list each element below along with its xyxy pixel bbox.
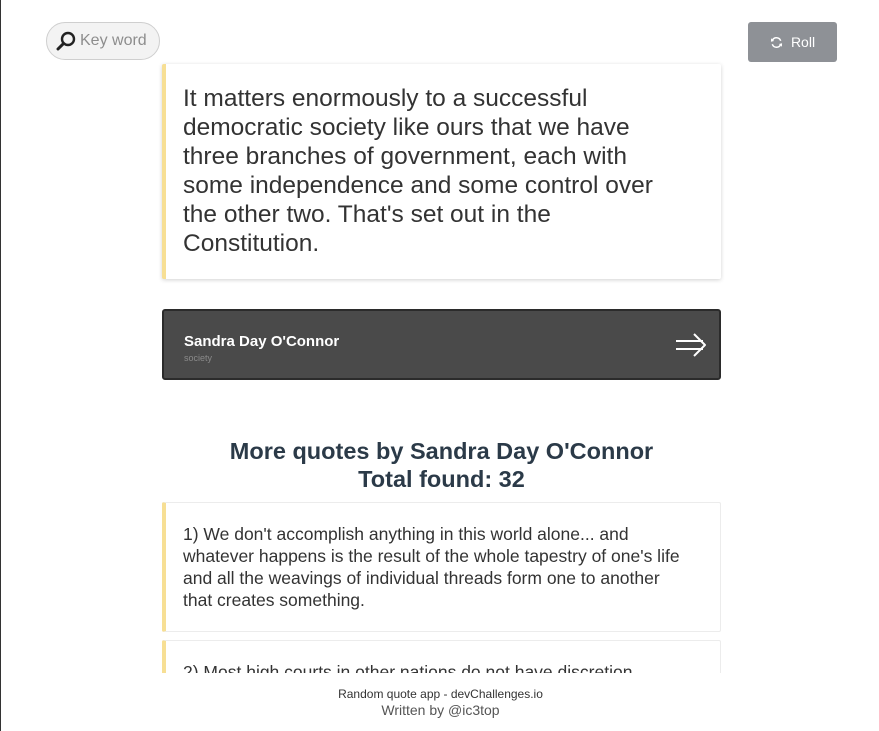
list-item-text: 2) Most high courts in other nations do … [183,662,633,673]
quote-genre: society [184,353,213,363]
app-window: Roll It matters enormously to a successf… [0,0,879,731]
search-box[interactable] [46,22,160,60]
total-found: Total found: 32 [358,466,525,492]
more-quotes-title: More quotes by Sandra Day O'Connor [229,438,654,464]
arrow-right-icon [675,332,707,363]
list-item-text: 1) We don't accomplish anything in this … [183,524,680,610]
more-quotes-heading: More quotes by Sandra Day O'Connor Total… [162,437,721,493]
author-card[interactable]: Sandra Day O'Connor society [162,309,721,380]
roll-button[interactable]: Roll [748,22,837,62]
main-quote-text: It matters enormously to a successful de… [183,85,653,257]
more-quotes-list[interactable]: 1) We don't accomplish anything in this … [162,502,721,673]
main-quote: It matters enormously to a successful de… [162,64,721,279]
list-item: 2) Most high courts in other nations do … [162,640,721,673]
list-item: 1) We don't accomplish anything in this … [162,502,721,632]
refresh-icon [770,36,783,49]
footer-author: Written by @ic3top [381,702,500,718]
search-input[interactable] [77,32,152,50]
magnifier-icon [55,30,77,52]
roll-button-label: Roll [790,34,816,50]
author-name: Sandra Day O'Connor [184,333,340,350]
footer-credit: Random quote app - devChallenges.io [338,687,543,701]
footer: Random quote app - devChallenges.io Writ… [1,686,879,719]
